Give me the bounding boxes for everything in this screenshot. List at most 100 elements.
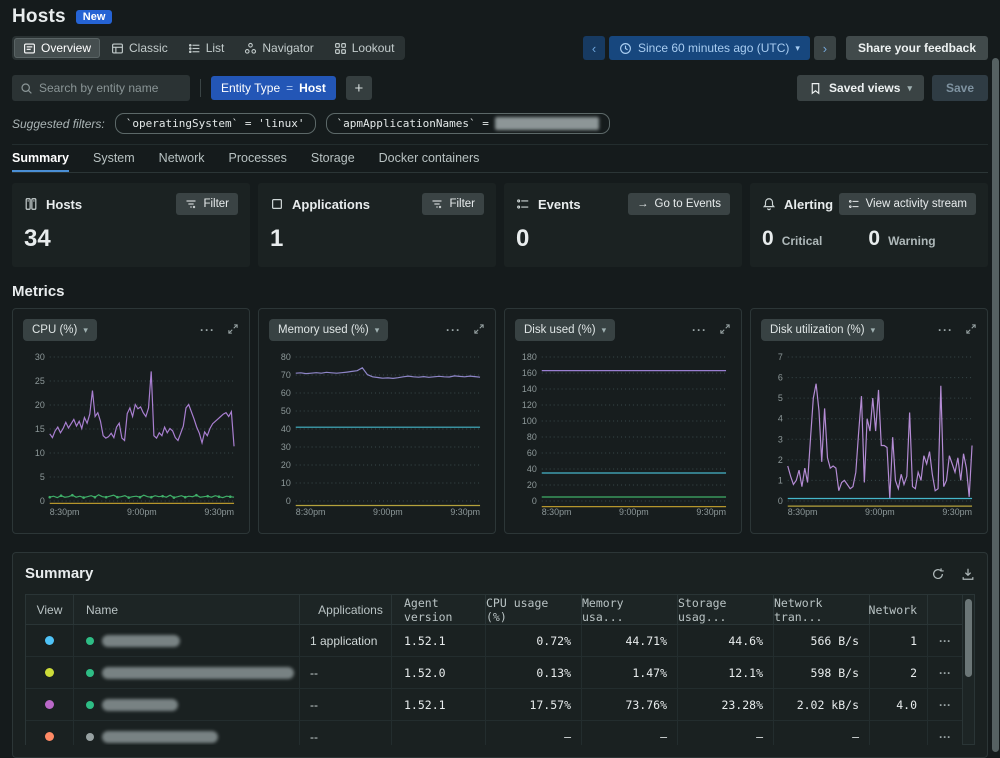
search-box[interactable] <box>12 75 190 101</box>
column-header[interactable]: Name <box>74 595 300 624</box>
hosts-filter-button[interactable]: Filter <box>176 193 238 215</box>
network-cell: 598 B/s <box>774 657 870 688</box>
table-row[interactable]: -- – – – – ··· <box>26 721 962 745</box>
chevron-down-icon: ▾ <box>83 325 88 336</box>
tab-docker-containers[interactable]: Docker containers <box>379 145 480 172</box>
add-filter-button[interactable]: + <box>346 76 372 100</box>
column-header[interactable]: Agent version <box>392 595 486 624</box>
row-actions-button[interactable]: ··· <box>928 657 962 688</box>
download-icon[interactable] <box>961 567 975 581</box>
tab-network[interactable]: Network <box>159 145 205 172</box>
filter-operator: = <box>286 81 293 95</box>
column-header[interactable]: Network tran... <box>774 595 870 624</box>
column-header[interactable]: View <box>26 595 74 624</box>
table-scrollbar[interactable] <box>963 594 975 745</box>
suggested-filter-apm[interactable]: `apmApplicationNames` = <box>326 113 610 134</box>
svg-text:40: 40 <box>527 464 537 474</box>
row-actions-button[interactable]: ··· <box>928 689 962 720</box>
applications-cell[interactable]: 1 application <box>310 634 377 648</box>
memory-usage-cell: 1.47% <box>582 657 678 688</box>
time-range-selector[interactable]: Since 60 minutes ago (UTC) ▾ <box>609 36 810 60</box>
expand-icon[interactable] <box>473 323 485 338</box>
page-scrollbar[interactable] <box>992 58 999 752</box>
go-to-events-button[interactable]: → Go to Events <box>628 193 730 215</box>
bookmark-icon <box>809 82 822 95</box>
more-options-icon[interactable]: ··· <box>938 323 953 337</box>
svg-text:10: 10 <box>281 478 291 488</box>
network2-cell: 2 <box>870 657 928 688</box>
table-row[interactable]: 1 application 1.52.1 0.72% 44.71% 44.6% … <box>26 625 962 657</box>
status-dot <box>86 637 94 645</box>
saved-views-button[interactable]: Saved views ▾ <box>797 75 924 101</box>
row-actions-button[interactable]: ··· <box>928 721 962 745</box>
status-dot <box>86 733 94 741</box>
chart-title: Memory used (%) <box>278 324 369 336</box>
table-row[interactable]: -- 1.52.1 17.57% 73.76% 23.28% 2.02 kB/s… <box>26 689 962 721</box>
column-header[interactable]: Network <box>870 595 928 624</box>
tab-processes[interactable]: Processes <box>229 145 287 172</box>
applications-icon <box>270 197 284 211</box>
svg-text:8:30pm: 8:30pm <box>50 507 80 517</box>
svg-text:0: 0 <box>532 496 537 506</box>
suggested-filter-os[interactable]: `operatingSystem` = 'linux' <box>115 113 316 134</box>
view-label: Classic <box>129 41 168 55</box>
view-switcher: Overview Classic List Navigator Lookout <box>12 36 405 60</box>
cpu-metric-selector[interactable]: CPU (%) ▾ <box>23 319 97 341</box>
tab-summary[interactable]: Summary <box>12 145 69 172</box>
events-card-title: Events <box>538 197 581 212</box>
network-cell: – <box>774 721 870 745</box>
cpu-chart-plot[interactable]: 0510152025308:30pm9:00pm9:30pm <box>23 347 239 519</box>
column-header[interactable]: Storage usag... <box>678 595 774 624</box>
view-dot[interactable] <box>45 700 54 709</box>
disk-used-metric-selector[interactable]: Disk used (%) ▾ <box>515 319 615 341</box>
memory-metric-selector[interactable]: Memory used (%) ▾ <box>269 319 388 341</box>
svg-text:20: 20 <box>281 460 291 470</box>
column-header[interactable]: CPU usage (%) <box>486 595 582 624</box>
entity-type-filter-chip[interactable]: Entity Type = Host <box>211 76 336 100</box>
more-options-icon[interactable]: ··· <box>692 323 707 337</box>
tab-system[interactable]: System <box>93 145 135 172</box>
page-scrollbar-thumb[interactable] <box>992 58 999 752</box>
time-forward-button[interactable]: › <box>814 36 836 60</box>
view-dot[interactable] <box>45 668 54 677</box>
expand-icon[interactable] <box>227 323 239 338</box>
view-lookout[interactable]: Lookout <box>325 38 404 58</box>
view-list[interactable]: List <box>179 38 234 58</box>
disk-utilization-metric-selector[interactable]: Disk utilization (%) ▾ <box>761 319 884 341</box>
more-options-icon[interactable]: ··· <box>446 323 461 337</box>
go-to-events-label: Go to Events <box>655 198 721 210</box>
svg-text:9:00pm: 9:00pm <box>373 507 403 517</box>
expand-icon[interactable] <box>719 323 731 338</box>
column-header[interactable]: Memory usa... <box>582 595 678 624</box>
memory-chart-plot[interactable]: 010203040506070808:30pm9:00pm9:30pm <box>269 347 485 519</box>
view-navigator[interactable]: Navigator <box>235 38 322 58</box>
column-header[interactable]: Applications <box>300 595 392 624</box>
disk-utilization-chart-plot[interactable]: 012345678:30pm9:00pm9:30pm <box>761 347 977 519</box>
chart-title: CPU (%) <box>32 324 77 336</box>
refresh-icon[interactable] <box>931 567 945 581</box>
svg-text:15: 15 <box>35 424 45 434</box>
table-scrollbar-thumb[interactable] <box>965 599 972 677</box>
disk-used-chart-plot[interactable]: 0204060801001201401601808:30pm9:00pm9:30… <box>515 347 731 519</box>
applications-filter-button[interactable]: Filter <box>422 193 484 215</box>
redacted-host-name <box>102 635 180 647</box>
view-dot[interactable] <box>45 732 54 741</box>
filter-toolbar: Entity Type = Host + Saved views ▾ Save <box>12 75 988 101</box>
view-dot[interactable] <box>45 636 54 645</box>
view-activity-stream-button[interactable]: View activity stream <box>839 193 976 215</box>
tab-storage[interactable]: Storage <box>311 145 355 172</box>
table-row[interactable]: -- 1.52.0 0.13% 1.47% 12.1% 598 B/s 2 ··… <box>26 657 962 689</box>
svg-text:6: 6 <box>778 373 783 383</box>
view-overview[interactable]: Overview <box>14 38 100 58</box>
expand-icon[interactable] <box>965 323 977 338</box>
applications-card-title: Applications <box>292 197 370 212</box>
search-input[interactable] <box>39 81 182 95</box>
save-button[interactable]: Save <box>932 75 988 101</box>
more-options-icon[interactable]: ··· <box>200 323 215 337</box>
feedback-button[interactable]: Share your feedback <box>846 36 988 60</box>
cpu-usage-cell: 0.72% <box>486 625 582 656</box>
row-actions-button[interactable]: ··· <box>928 625 962 656</box>
time-back-button[interactable]: ‹ <box>583 36 605 60</box>
view-classic[interactable]: Classic <box>102 38 177 58</box>
toolbar-right: Saved views ▾ Save <box>797 75 988 101</box>
